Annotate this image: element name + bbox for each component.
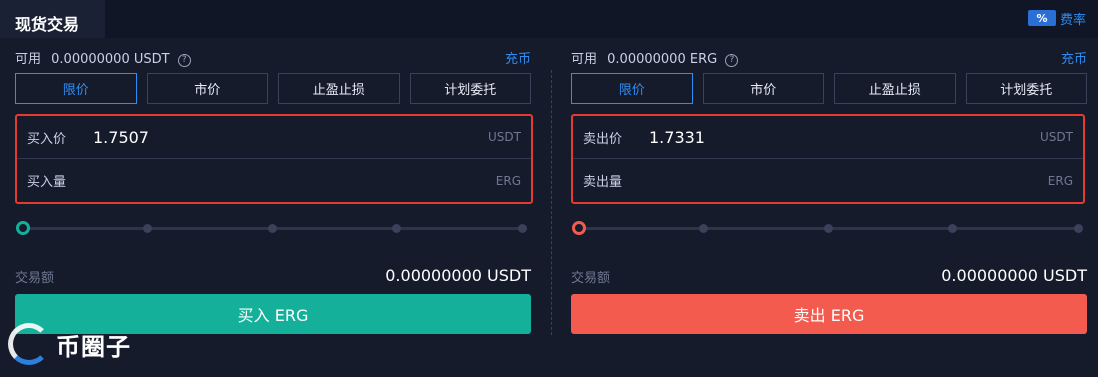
sell-percent-slider[interactable] [571, 220, 1087, 236]
sell-amount-row: 交易额 0.00000000 USDT [571, 266, 1087, 286]
sell-tab-market[interactable]: 市价 [702, 73, 824, 104]
buy-input-group: 买入价 1.7507 USDT 买入量 ERG [15, 114, 533, 204]
buy-quantity-unit: ERG [495, 173, 521, 188]
sell-input-group: 卖出价 1.7331 USDT 卖出量 ERG [571, 114, 1085, 204]
buy-price-unit: USDT [488, 130, 521, 144]
buy-available-row: 可用 0.00000000 USDT ? 充币 [15, 48, 531, 67]
buy-deposit-link[interactable]: 充币 [505, 48, 531, 67]
slider-step-25[interactable] [143, 224, 152, 233]
sell-available-value: 0.00000000 ERG [607, 52, 718, 67]
buy-price-field[interactable]: 买入价 1.7507 USDT [17, 116, 531, 159]
sell-price-value[interactable]: 1.7331 [649, 128, 1040, 147]
sell-order-type-tabs: 限价 市价 止盈止损 计划委托 [571, 73, 1087, 104]
slider-step-25[interactable] [699, 224, 708, 233]
buy-price-label: 买入价 [27, 131, 67, 147]
buy-tab-stop[interactable]: 止盈止损 [278, 73, 400, 104]
sell-tab-limit[interactable]: 限价 [571, 73, 693, 104]
buy-available-label: 可用 [15, 52, 42, 67]
watermark-logo-icon [8, 323, 50, 365]
percent-icon: % [1027, 10, 1056, 26]
buy-percent-slider[interactable] [15, 220, 531, 236]
buy-price-value[interactable]: 1.7507 [93, 128, 488, 147]
sell-panel: 可用 0.00000000 ERG ? 充币 限价 市价 止盈止损 计划委托 卖… [571, 38, 1087, 377]
sell-tab-stop[interactable]: 止盈止损 [834, 73, 956, 104]
slider-step-50[interactable] [824, 224, 833, 233]
slider-step-75[interactable] [392, 224, 401, 233]
sell-quantity-field[interactable]: 卖出量 ERG [573, 159, 1083, 202]
buy-available-value: 0.00000000 USDT [51, 52, 170, 67]
sell-amount-label: 交易额 [571, 271, 611, 286]
panel-divider [551, 70, 552, 335]
sell-quantity-label: 卖出量 [583, 175, 623, 190]
slider-handle[interactable] [16, 221, 30, 235]
help-icon[interactable]: ? [177, 54, 191, 67]
buy-amount-row: 交易额 0.00000000 USDT [15, 266, 531, 286]
help-icon[interactable]: ? [725, 54, 739, 67]
sell-quantity-unit: ERG [1047, 173, 1073, 188]
sell-price-field[interactable]: 卖出价 1.7331 USDT [573, 116, 1083, 159]
buy-quantity-field[interactable]: 买入量 ERG [17, 159, 531, 202]
slider-step-100[interactable] [518, 224, 527, 233]
sell-deposit-link[interactable]: 充币 [1061, 48, 1087, 67]
sell-price-unit: USDT [1040, 130, 1073, 144]
buy-tab-market[interactable]: 市价 [146, 73, 268, 104]
slider-handle[interactable] [572, 221, 586, 235]
sell-available-label: 可用 [571, 52, 598, 67]
watermark-text: 币圈子 [56, 332, 131, 361]
top-bar: 现货交易 % 费率 [0, 0, 1098, 38]
sell-available-row: 可用 0.00000000 ERG ? 充币 [571, 48, 1087, 67]
sell-submit-button[interactable]: 卖出 ERG [571, 294, 1087, 334]
sell-amount-value: 0.00000000 USDT [941, 266, 1087, 285]
buy-tab-limit[interactable]: 限价 [15, 73, 137, 104]
buy-quantity-label: 买入量 [27, 175, 67, 190]
slider-step-50[interactable] [268, 224, 277, 233]
buy-amount-value: 0.00000000 USDT [385, 266, 531, 285]
fee-rate-label[interactable]: 费率 [1060, 9, 1086, 28]
watermark: 币圈子 [8, 320, 131, 368]
fee-rate-link[interactable]: % 费率 [1027, 9, 1086, 28]
buy-amount-label: 交易额 [15, 271, 55, 286]
slider-step-75[interactable] [948, 224, 957, 233]
buy-order-type-tabs: 限价 市价 止盈止损 计划委托 [15, 73, 531, 104]
sell-tab-trigger[interactable]: 计划委托 [965, 73, 1087, 104]
slider-step-100[interactable] [1074, 224, 1083, 233]
buy-tab-trigger[interactable]: 计划委托 [409, 73, 531, 104]
page-title-tab[interactable]: 现货交易 [0, 0, 105, 38]
sell-price-label: 卖出价 [583, 131, 623, 147]
